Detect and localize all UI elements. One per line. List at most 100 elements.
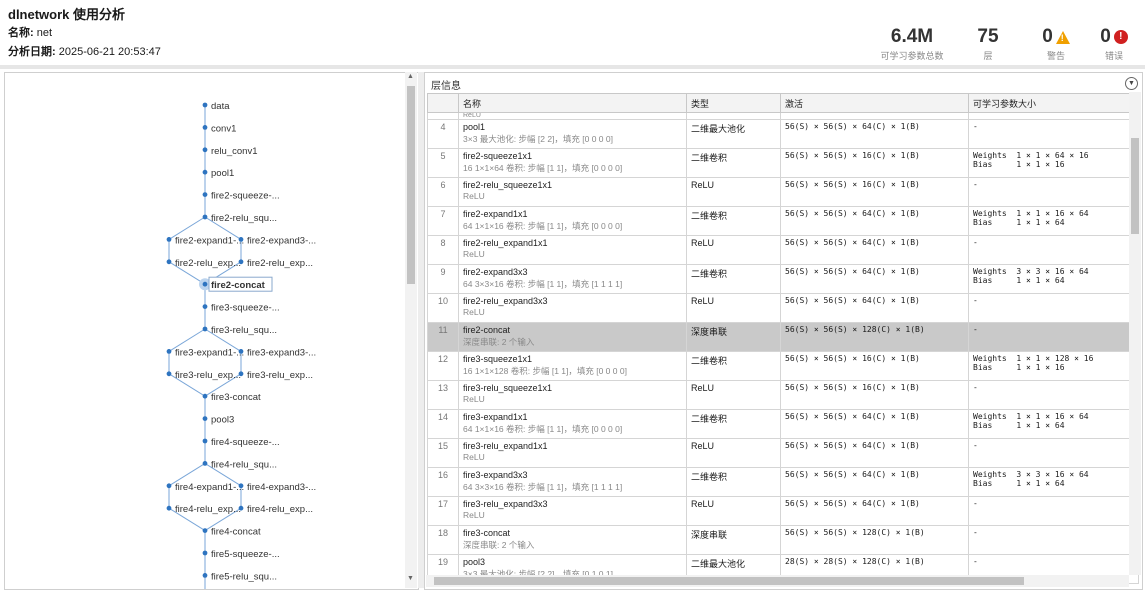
graph-node[interactable] — [166, 349, 172, 354]
graph-node-label[interactable]: fire3-relu_squ... — [211, 325, 277, 336]
graph-node[interactable] — [238, 505, 244, 511]
table-row[interactable]: 8 fire2-relu_expand1x1 ReLU ReLU 56(S) × 56(… — [427, 235, 1139, 265]
scroll-up-arrow-icon[interactable]: ▲ — [407, 73, 414, 80]
graph-node-label[interactable]: fire2-relu_exp... — [175, 258, 241, 269]
graph-node[interactable] — [238, 349, 244, 354]
graph-node[interactable] — [238, 259, 244, 265]
table-row[interactable]: 12 fire3-squeeze1x1 16 1×1×128 卷积: 步幅 [1 1… — [427, 351, 1139, 381]
graph-node-label[interactable]: fire3-relu_exp... — [175, 370, 241, 381]
graph-node[interactable] — [202, 214, 208, 220]
graph-node-label[interactable]: fire3-squeeze-... — [211, 303, 280, 314]
graph-node-label[interactable]: fire2-expand3-... — [247, 235, 316, 246]
table-scroll-thumb[interactable] — [1131, 138, 1139, 234]
graph-node-label[interactable]: fire4-expand3-... — [247, 482, 316, 493]
column-header-index[interactable] — [427, 93, 459, 113]
stat-warnings-value: 0 — [1042, 26, 1053, 47]
layer-description: 64 1×1×16 卷积: 步幅 [1 1]，填充 [0 0 0 0] — [463, 424, 623, 434]
graph-node[interactable] — [202, 169, 208, 175]
table-horizontal-scrollbar[interactable] — [426, 575, 1129, 587]
column-header-activations[interactable]: 激活 — [780, 93, 969, 113]
graph-vertical-scrollbar[interactable]: ▲ ▼ — [405, 72, 417, 588]
graph-node-label[interactable]: fire4-relu_squ... — [211, 459, 277, 470]
graph-node-label[interactable]: relu_conv1 — [211, 146, 257, 157]
layer-type: ReLU — [686, 438, 781, 468]
table-row[interactable]: 18 fire3-concat 深度串联: 2 个输入 深度串联 56(S) × 56(… — [427, 525, 1139, 555]
graph-node[interactable] — [202, 393, 208, 399]
table-row[interactable]: 15 fire3-relu_expand1x1 ReLU ReLU 56(S) × 56… — [427, 438, 1139, 468]
graph-node[interactable] — [238, 371, 244, 377]
table-row[interactable]: 9 fire2-expand3x3 64 3×3×16 卷积: 步幅 [1 1]，填… — [427, 264, 1139, 294]
table-row[interactable]: 7 fire2-expand1x1 64 1×1×16 卷积: 步幅 [1 1]，填… — [427, 206, 1139, 236]
graph-node-label[interactable]: fire4-concat — [211, 527, 261, 538]
stat-errors[interactable]: 0! 错误 — [1094, 26, 1134, 62]
graph-node[interactable] — [202, 281, 208, 287]
graph-node-label[interactable]: fire4-relu_exp... — [247, 504, 313, 515]
graph-node[interactable] — [202, 125, 208, 130]
table-row[interactable]: 10 fire2-relu_expand3x3 ReLU ReLU 56(S) × 56… — [427, 293, 1139, 323]
table-row[interactable]: 13 fire3-relu_squeeze1x1 ReLU ReLU 56(S) × 5… — [427, 380, 1139, 410]
graph-node-label[interactable]: fire3-concat — [211, 392, 261, 403]
graph-node-label[interactable]: fire3-expand1-... — [175, 347, 244, 358]
graph-node[interactable] — [202, 102, 208, 108]
column-header-type[interactable]: 类型 — [686, 93, 781, 113]
layer-description: 深度串联: 2 个输入 — [463, 337, 535, 347]
table-vertical-scrollbar[interactable] — [1129, 92, 1141, 575]
graph-node-label[interactable]: fire2-concat — [211, 280, 266, 291]
scroll-down-arrow-icon[interactable]: ▼ — [407, 575, 414, 582]
table-row[interactable]: 16 fire3-expand3x3 64 3×3×16 卷积: 步幅 [1 1]，… — [427, 467, 1139, 497]
graph-node-label[interactable]: pool3 — [211, 415, 234, 426]
row-name-cell: fire2-concat 深度串联: 2 个输入 — [458, 322, 687, 352]
graph-node-label[interactable]: fire2-relu_squ... — [211, 213, 277, 224]
graph-node[interactable] — [202, 528, 208, 533]
graph-node[interactable] — [238, 483, 244, 489]
graph-node-label[interactable]: fire3-relu_exp... — [247, 370, 313, 381]
graph-node[interactable] — [166, 371, 172, 377]
graph-node[interactable] — [202, 461, 208, 466]
graph-node[interactable] — [202, 326, 208, 332]
graph-node[interactable] — [202, 438, 208, 444]
column-header-name[interactable]: 名称 — [458, 93, 687, 113]
graph-node[interactable] — [166, 483, 172, 489]
graph-node[interactable] — [202, 304, 208, 309]
table-row[interactable]: 4 pool1 3×3 最大池化: 步幅 [2 2]，填充 [0 0 0 0] 二维最… — [427, 119, 1139, 149]
network-graph[interactable]: data conv1 relu_conv1 pool1 fire2-squeeze-..… — [5, 73, 405, 589]
graph-node-label[interactable]: fire2-expand1-... — [175, 235, 244, 246]
graph-node-label[interactable]: fire2-relu_exp... — [247, 258, 313, 269]
graph-node[interactable] — [166, 505, 172, 511]
graph-node[interactable] — [166, 237, 172, 242]
table-header-row: 名称 类型 激活 可学习参数大小 — [427, 93, 1139, 113]
graph-node[interactable] — [202, 550, 208, 556]
layer-name: fire2-relu_expand1x1 — [463, 238, 548, 248]
graph-scroll-thumb[interactable] — [407, 86, 415, 284]
graph-node-label[interactable]: fire5-squeeze-... — [211, 549, 280, 560]
stat-warnings[interactable]: 0! 警告 — [1036, 26, 1076, 62]
collapse-chevron-icon[interactable]: ▼ — [1125, 77, 1138, 90]
graph-node[interactable] — [238, 237, 244, 242]
graph-node[interactable] — [202, 192, 208, 197]
table-row[interactable]: 14 fire3-expand1x1 64 1×1×16 卷积: 步幅 [1 1]，… — [427, 409, 1139, 439]
graph-node[interactable] — [202, 573, 208, 578]
table-row[interactable]: 5 fire2-squeeze1x1 16 1×1×64 卷积: 步幅 [1 1]，… — [427, 148, 1139, 178]
network-graph-panel[interactable]: data conv1 relu_conv1 pool1 fire2-squeeze-..… — [4, 72, 419, 590]
graph-node-label[interactable]: fire2-squeeze-... — [211, 191, 280, 202]
graph-node-label[interactable]: fire3-expand3-... — [247, 347, 316, 358]
table-row[interactable]: 6 fire2-relu_squeeze1x1 ReLU ReLU 56(S) × 56… — [427, 177, 1139, 207]
graph-node-label[interactable]: fire4-squeeze-... — [211, 437, 280, 448]
graph-node[interactable] — [202, 147, 208, 153]
graph-node-label[interactable]: pool1 — [211, 168, 234, 179]
graph-node-label[interactable]: fire5-relu_squ... — [211, 571, 277, 582]
graph-node-label[interactable]: conv1 — [211, 123, 236, 134]
layer-info-panel: 层信息 ▼ 名称 类型 激活 可学习参数大小 ReLU 4 pool1 3×3 最大池… — [424, 72, 1143, 590]
table-row[interactable]: 17 fire3-relu_expand3x3 ReLU ReLU 56(S) × 56… — [427, 496, 1139, 526]
table-hscroll-thumb[interactable] — [434, 577, 1024, 585]
column-header-learnables[interactable]: 可学习参数大小 — [968, 93, 1139, 113]
layer-type: ReLU — [686, 293, 781, 323]
graph-node[interactable] — [202, 416, 208, 421]
table-row[interactable]: 11 fire2-concat 深度串联: 2 个输入 深度串联 56(S) × 56(… — [427, 322, 1139, 352]
graph-node-label[interactable]: fire4-expand1-... — [175, 482, 244, 493]
graph-node-label[interactable]: fire4-relu_exp... — [175, 504, 241, 515]
table-row-partial[interactable]: ReLU — [427, 112, 1139, 120]
learnables-line-1: - — [973, 180, 978, 189]
graph-node[interactable] — [166, 259, 172, 265]
graph-node-label[interactable]: data — [211, 101, 230, 112]
